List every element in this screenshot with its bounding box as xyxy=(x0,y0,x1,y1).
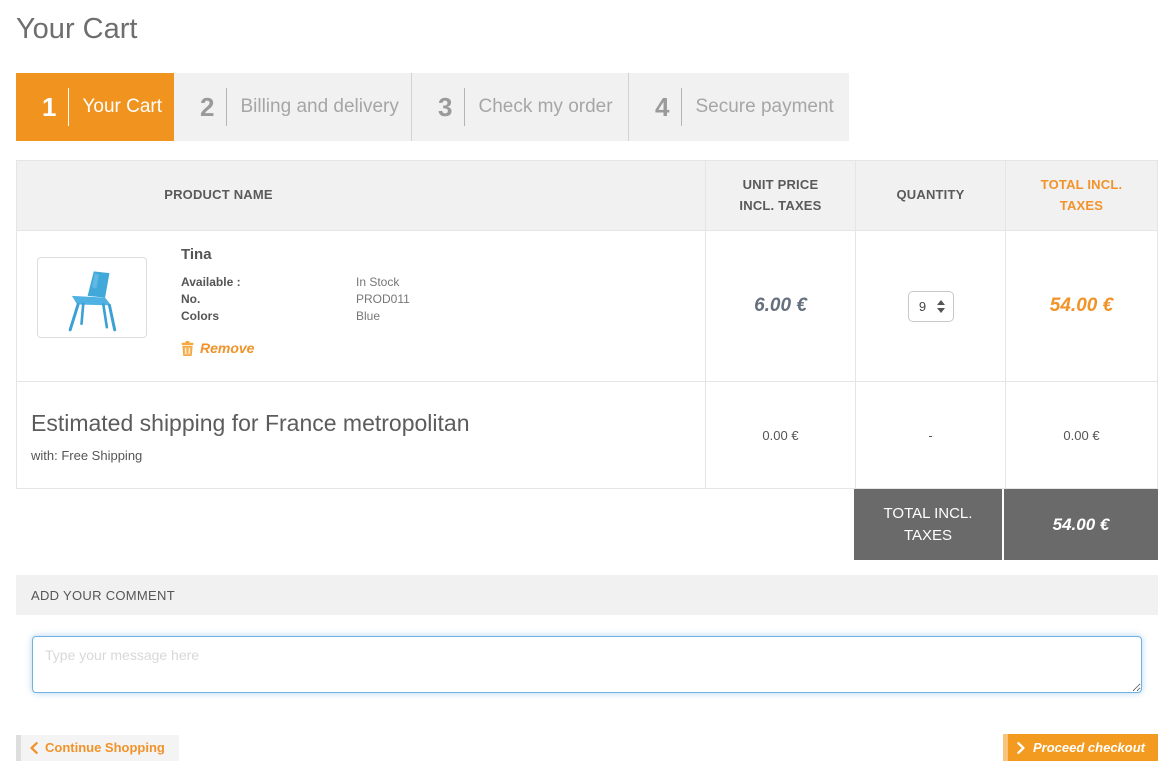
proceed-checkout-label: Proceed checkout xyxy=(1033,740,1145,755)
continue-shopping-label: Continue Shopping xyxy=(45,740,165,755)
step-secure-payment[interactable]: 4 Secure payment xyxy=(628,73,849,141)
unit-price-cell: 6.00 € xyxy=(705,231,855,381)
shipping-total: 0.00 € xyxy=(1063,428,1099,443)
shipping-cell: Estimated shipping for France metropolit… xyxy=(17,382,705,488)
shipping-unit-price: 0.00 € xyxy=(762,428,798,443)
comment-section-body xyxy=(16,615,1158,698)
header-unit-price: UNIT PRICE INCL. TAXES xyxy=(705,161,855,230)
trash-icon xyxy=(181,341,194,356)
step-number: 4 xyxy=(655,92,669,123)
shipping-unit-price-cell: 0.00 € xyxy=(705,382,855,488)
grand-total-label: TOTAL INCL. TAXES xyxy=(854,489,1004,560)
shipping-quantity: - xyxy=(928,428,932,443)
header-quantity: QUANTITY xyxy=(855,161,1005,230)
attribute-value: Blue xyxy=(356,308,380,325)
product-cell: Tina Available : In Stock No. PROD011 Co… xyxy=(17,231,705,381)
grand-total-value: 54.00 € xyxy=(1004,489,1158,560)
step-divider xyxy=(68,88,69,126)
comment-textarea[interactable] xyxy=(32,636,1142,693)
cart-actions: Continue Shopping Proceed checkout xyxy=(16,734,1158,761)
unit-price-value: 6.00 € xyxy=(754,295,807,317)
attribute-label: Colors xyxy=(181,308,356,325)
step-billing-delivery[interactable]: 2 Billing and delivery xyxy=(174,73,411,141)
shipping-quantity-cell: - xyxy=(855,382,1005,488)
cart-table: PRODUCT NAME UNIT PRICE INCL. TAXES QUAN… xyxy=(16,160,1158,489)
header-total: TOTAL INCL. TAXES xyxy=(1005,161,1157,230)
quantity-cell: 9 xyxy=(855,231,1005,381)
line-total-value: 54.00 € xyxy=(1050,295,1113,317)
attribute-label: Available : xyxy=(181,274,356,291)
attribute-value: In Stock xyxy=(356,274,399,291)
chevron-right-icon xyxy=(1017,742,1025,754)
step-your-cart[interactable]: 1 Your Cart xyxy=(16,73,174,141)
page-title: Your Cart xyxy=(16,13,1158,45)
step-divider xyxy=(464,88,465,126)
continue-shopping-button[interactable]: Continue Shopping xyxy=(16,735,179,761)
grand-total-row: TOTAL INCL. TAXES 54.00 € xyxy=(854,489,1158,560)
step-label: Check my order xyxy=(478,96,612,118)
shipping-total-cell: 0.00 € xyxy=(1005,382,1157,488)
proceed-checkout-button[interactable]: Proceed checkout xyxy=(1003,734,1158,761)
checkout-steps: 1 Your Cart 2 Billing and delivery 3 Che… xyxy=(16,73,849,141)
product-info: Tina Available : In Stock No. PROD011 Co… xyxy=(181,246,410,361)
stepper-arrows-icon[interactable] xyxy=(937,300,945,313)
comment-section-title: ADD YOUR COMMENT xyxy=(31,588,175,603)
line-total-cell: 54.00 € xyxy=(1005,231,1157,381)
arrow-down-icon[interactable] xyxy=(937,308,945,313)
step-number: 1 xyxy=(42,92,56,123)
attribute-label: No. xyxy=(181,291,356,308)
cart-page: Your Cart 1 Your Cart 2 Billing and deli… xyxy=(0,0,1174,761)
arrow-up-icon[interactable] xyxy=(937,300,945,305)
comment-section-header: ADD YOUR COMMENT xyxy=(16,575,1158,615)
header-product-name: PRODUCT NAME xyxy=(17,161,705,230)
attribute-value: PROD011 xyxy=(356,291,410,308)
quantity-value: 9 xyxy=(909,299,937,314)
product-name[interactable]: Tina xyxy=(181,246,410,263)
quantity-stepper[interactable]: 9 xyxy=(908,291,954,322)
chair-image xyxy=(44,262,140,334)
step-divider xyxy=(681,88,682,126)
step-number: 2 xyxy=(200,92,214,123)
remove-item-label: Remove xyxy=(200,340,254,356)
product-attribute: No. PROD011 xyxy=(181,291,410,308)
step-label: Secure payment xyxy=(695,96,833,118)
step-number: 3 xyxy=(438,92,452,123)
product-thumbnail[interactable] xyxy=(37,257,147,338)
step-check-order[interactable]: 3 Check my order xyxy=(411,73,628,141)
shipping-row: Estimated shipping for France metropolit… xyxy=(17,381,1157,488)
product-row: Tina Available : In Stock No. PROD011 Co… xyxy=(17,230,1157,381)
chevron-left-icon xyxy=(30,742,38,754)
shipping-carrier: with: Free Shipping xyxy=(31,448,705,463)
cart-table-header: PRODUCT NAME UNIT PRICE INCL. TAXES QUAN… xyxy=(17,161,1157,230)
remove-item-link[interactable]: Remove xyxy=(181,340,254,356)
step-label: Billing and delivery xyxy=(240,96,398,118)
step-divider xyxy=(226,88,227,126)
product-attribute: Available : In Stock xyxy=(181,274,410,291)
step-label: Your Cart xyxy=(82,96,162,118)
product-attribute: Colors Blue xyxy=(181,308,410,325)
shipping-title: Estimated shipping for France metropolit… xyxy=(31,410,705,438)
